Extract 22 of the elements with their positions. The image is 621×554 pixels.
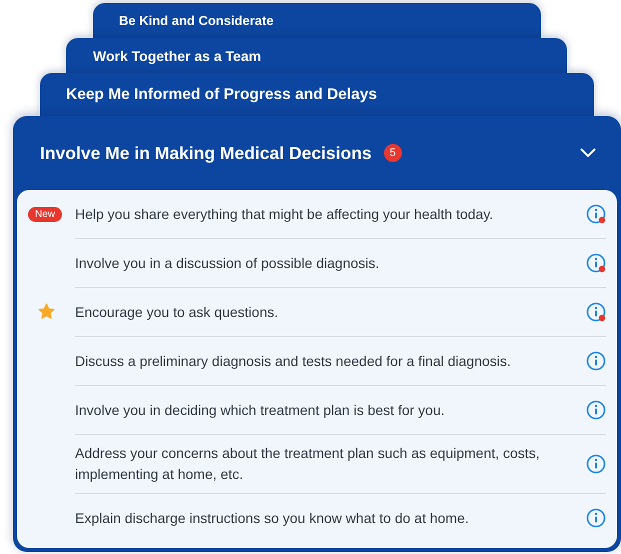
item-text: Involve you in deciding which treatment plan is best for you. — [75, 400, 446, 420]
info-icon[interactable] — [586, 253, 606, 273]
item-text: Explain discharge instructions so you know what to do at home. — [75, 508, 470, 528]
section-header[interactable]: Work Together as a Team — [66, 38, 567, 73]
info-icon[interactable] — [586, 454, 606, 474]
item-text: Help you share everything that might be affecting your health today. — [75, 204, 494, 224]
section-header[interactable]: Be Kind and Considerate — [93, 3, 541, 38]
chevron-icon[interactable] — [579, 147, 597, 159]
info-icon[interactable] — [586, 302, 606, 322]
info-icon[interactable] — [586, 400, 606, 420]
item-text: Discuss a preliminary diagnosis and tests needed for a final diagnosis. — [75, 352, 512, 371]
item-text: Involve you in a discussion of possible diagnosis. — [75, 254, 380, 273]
star-icon[interactable] — [38, 303, 55, 320]
section-title: Involve Me in Making Medical Decisions — [40, 142, 372, 164]
count-badge: 5 — [384, 144, 402, 162]
new-badge: New — [28, 206, 62, 222]
info-icon[interactable] — [586, 204, 606, 224]
item-text: Encourage you to ask questions. — [75, 302, 280, 322]
info-icon[interactable] — [586, 351, 606, 371]
info-icon[interactable] — [586, 508, 606, 528]
item-text: Address your concerns about the treatment plan such as equipment, costs, implementing at home, etc. — [75, 444, 541, 484]
section-header[interactable]: Keep Me Informed of Progress and Delays — [40, 73, 594, 116]
